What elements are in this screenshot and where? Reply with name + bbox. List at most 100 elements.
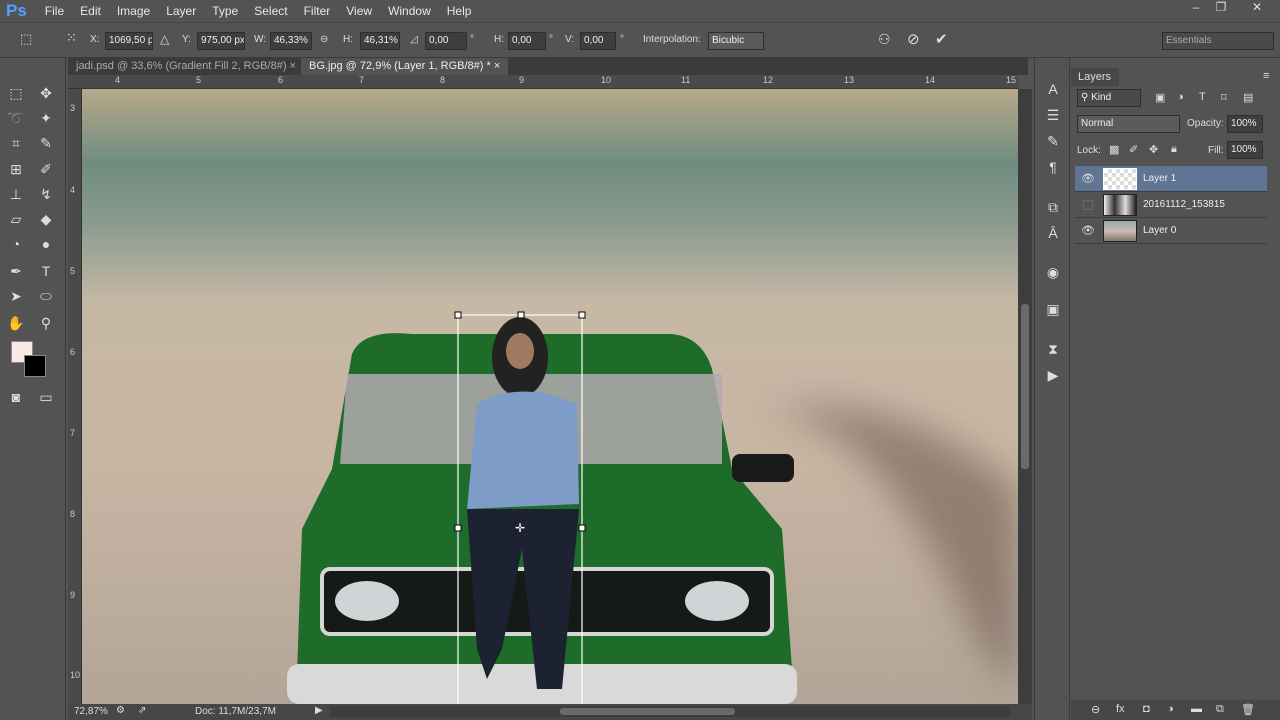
warp-icon[interactable]: ⚇ xyxy=(878,31,891,48)
delete-layer-icon[interactable]: 🗑︎ xyxy=(1241,703,1255,716)
commit-transform-icon[interactable]: ✔ xyxy=(935,30,948,48)
filter-smart-icon[interactable]: ▤ xyxy=(1243,91,1253,104)
hand-icon[interactable]: ✋ xyxy=(5,312,27,334)
kuler-icon[interactable]: ◉ xyxy=(1042,261,1064,283)
tab-bg[interactable]: BG.jpg @ 72,9% (Layer 1, RGB/8#) * × xyxy=(301,58,509,75)
menu-view[interactable]: View xyxy=(338,4,380,18)
close-icon[interactable]: ✕ xyxy=(1246,0,1268,16)
lock-pixels-icon[interactable]: ✐ xyxy=(1129,143,1138,156)
adjustments-icon[interactable]: ☰ xyxy=(1042,104,1064,126)
brush-icon[interactable]: ✐ xyxy=(35,158,57,180)
new-group-icon[interactable]: ▬ xyxy=(1191,703,1202,715)
marquee-tool-icon[interactable]: ⬚ xyxy=(5,82,27,104)
type-tool-icon[interactable]: T xyxy=(35,260,57,282)
visibility-toggle-off[interactable] xyxy=(1083,200,1093,210)
angle-field[interactable]: 0,00 xyxy=(425,32,467,50)
menu-select[interactable]: Select xyxy=(246,4,295,18)
width-field[interactable]: 46,33% xyxy=(270,32,312,50)
eye-icon[interactable]: 👁︎ xyxy=(1081,172,1095,186)
vertical-scrollbar[interactable] xyxy=(1018,89,1032,704)
link-icon[interactable]: ⊖ xyxy=(320,34,328,45)
lock-all-icon[interactable]: 🔒︎ xyxy=(1171,143,1177,156)
clone-source-icon[interactable]: ⧉ xyxy=(1042,196,1064,218)
scroll-thumb[interactable] xyxy=(1021,304,1029,469)
menu-window[interactable]: Window xyxy=(380,4,439,18)
vskew-field[interactable]: 0,00 xyxy=(580,32,616,50)
background-color-swatch[interactable] xyxy=(24,355,46,377)
filter-type-icon[interactable]: T xyxy=(1199,91,1206,103)
ellipse-icon[interactable]: ⬭ xyxy=(35,285,57,307)
history-brush-icon[interactable]: ↯ xyxy=(35,183,57,205)
tab-jadi[interactable]: jadi.psd @ 33,6% (Gradient Fill 2, RGB/8… xyxy=(68,58,304,75)
cancel-transform-icon[interactable]: ⊘ xyxy=(907,30,920,48)
interpolation-select[interactable]: Bicubic xyxy=(708,32,764,50)
path-select-icon[interactable]: ➤ xyxy=(5,285,27,307)
link-layers-icon[interactable]: ⊖ xyxy=(1091,703,1100,716)
filter-adjust-icon[interactable]: ◑ xyxy=(1177,91,1184,103)
layer-row[interactable]: 👁︎ Layer 0 xyxy=(1075,218,1267,244)
actions-play-icon[interactable]: ▶ xyxy=(1042,364,1064,386)
crop-tool-icon[interactable]: ⌗ xyxy=(5,132,27,154)
share-icon[interactable]: ⇗ xyxy=(138,705,146,716)
brush-preset-icon[interactable]: ✎ xyxy=(1042,130,1064,152)
lasso-tool-icon[interactable]: ➰ xyxy=(5,107,27,129)
close-tab-icon[interactable]: × xyxy=(494,60,500,72)
scroll-thumb[interactable] xyxy=(560,708,735,715)
add-mask-icon[interactable]: ◘ xyxy=(1143,703,1150,715)
restore-icon[interactable]: ❐ xyxy=(1210,0,1232,16)
menu-file[interactable]: File xyxy=(37,4,72,18)
menu-image[interactable]: Image xyxy=(109,4,158,18)
move-tool-icon[interactable]: ✥ xyxy=(35,82,57,104)
magic-wand-icon[interactable]: ✦ xyxy=(35,107,57,129)
menu-edit[interactable]: Edit xyxy=(72,4,109,18)
blur-icon[interactable]: ◔ xyxy=(5,233,27,255)
status-menu-arrow-icon[interactable]: ▶ xyxy=(315,705,323,716)
fx-icon[interactable]: fx xyxy=(1116,703,1125,715)
zoom-icon[interactable]: ⚲ xyxy=(35,312,57,334)
history-icon[interactable]: ⧗ xyxy=(1042,338,1064,360)
horizontal-scrollbar[interactable] xyxy=(330,706,1010,717)
fill-field[interactable]: 100% xyxy=(1227,141,1263,159)
character-style-icon[interactable]: Ā xyxy=(1042,222,1064,244)
delta-icon[interactable]: △ xyxy=(160,32,169,46)
tool-presets-icon[interactable]: ▣ xyxy=(1042,298,1064,320)
layers-tab[interactable]: Layers xyxy=(1071,68,1119,86)
quick-mask-icon[interactable]: ◙ xyxy=(5,386,27,408)
adjustment-layer-icon[interactable]: ◑ xyxy=(1167,703,1174,715)
filter-kind-select[interactable]: ⚲ Kind xyxy=(1077,89,1141,107)
dodge-icon[interactable]: ● xyxy=(35,233,57,255)
layer-row[interactable]: 20161112_153815 xyxy=(1075,192,1267,218)
paragraph-icon[interactable]: ¶ xyxy=(1042,156,1064,178)
zoom-level[interactable]: 72,87% xyxy=(74,706,108,717)
lock-transparent-icon[interactable]: ▩ xyxy=(1109,143,1119,156)
character-icon[interactable]: A xyxy=(1042,78,1064,100)
close-tab-icon[interactable]: × xyxy=(290,60,296,72)
menu-filter[interactable]: Filter xyxy=(296,4,339,18)
pen-icon[interactable]: ✒ xyxy=(5,260,27,282)
lock-position-icon[interactable]: ✥ xyxy=(1149,143,1158,156)
workspace-select[interactable]: Essentials xyxy=(1162,32,1274,50)
new-layer-icon[interactable]: ⧉ xyxy=(1216,703,1224,716)
eyedropper-icon[interactable]: ✎ xyxy=(35,132,57,154)
healing-icon[interactable]: ⊞ xyxy=(5,158,27,180)
document-canvas[interactable]: ✛ xyxy=(82,89,1018,704)
screen-mode-icon[interactable]: ▭ xyxy=(35,386,57,408)
transform-tool-icon[interactable]: ⬚ xyxy=(20,31,32,47)
paint-bucket-icon[interactable]: ◆ xyxy=(35,208,57,230)
height-field[interactable]: 46,31% xyxy=(360,32,400,50)
menu-type[interactable]: Type xyxy=(204,4,246,18)
eraser-icon[interactable]: ▱ xyxy=(5,208,27,230)
filter-shape-icon[interactable]: ⌑ xyxy=(1221,91,1227,104)
status-options-icon[interactable]: ⚙ xyxy=(116,705,125,716)
y-field[interactable]: 975,00 px xyxy=(197,32,245,50)
hskew-field[interactable]: 0,00 xyxy=(508,32,546,50)
menu-layer[interactable]: Layer xyxy=(158,4,204,18)
layer-row[interactable]: 👁︎ Layer 1 xyxy=(1075,166,1267,192)
filter-pixel-icon[interactable]: ▣ xyxy=(1155,91,1165,104)
stamp-icon[interactable]: ⊥ xyxy=(5,183,27,205)
reference-point-icon[interactable]: ⁙ xyxy=(66,30,77,46)
x-field[interactable]: 1069,50 px xyxy=(105,32,153,50)
opacity-field[interactable]: 100% xyxy=(1227,115,1263,133)
menu-help[interactable]: Help xyxy=(439,4,480,18)
minimize-icon[interactable]: – xyxy=(1185,0,1207,16)
